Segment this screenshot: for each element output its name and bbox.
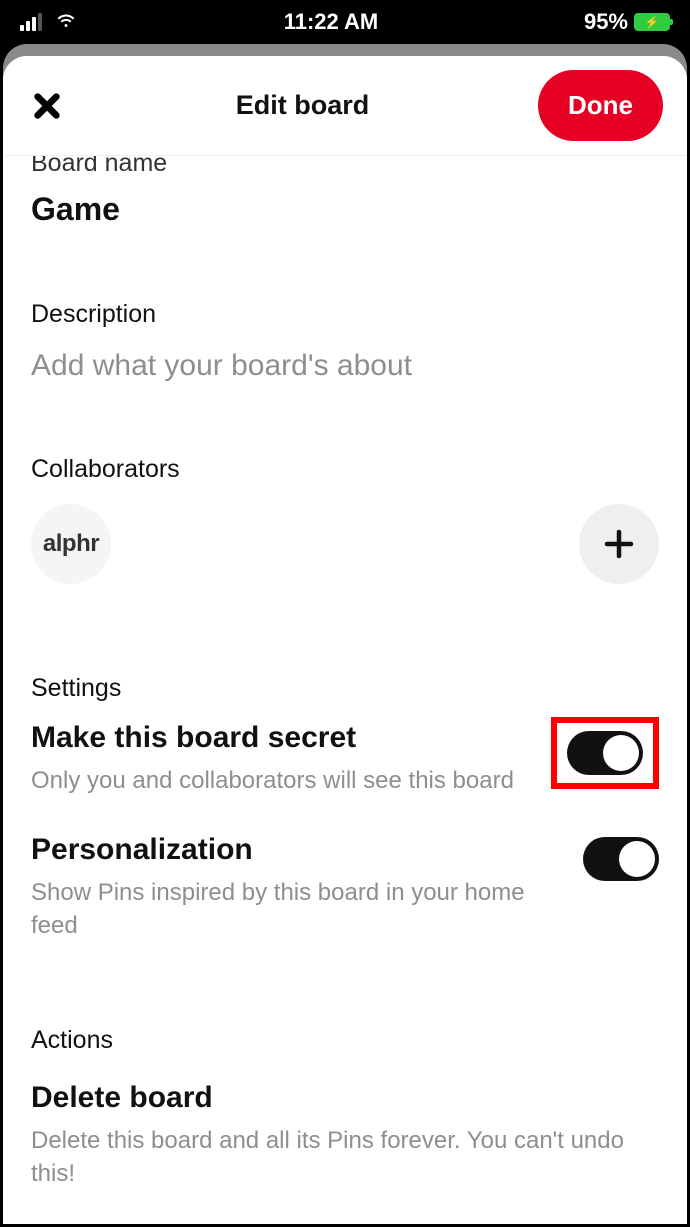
delete-board-button[interactable]: Delete board [31, 1081, 659, 1115]
collaborator-avatar[interactable]: alphr [31, 504, 111, 584]
edit-board-sheet: Edit board Done Board name Game Descript… [3, 56, 687, 1224]
personalization-toggle[interactable] [583, 837, 659, 881]
status-bar: 11:22 AM 95% ⚡ [0, 0, 690, 44]
battery-icon: ⚡ [634, 13, 670, 31]
personalization-title: Personalization [31, 833, 567, 867]
done-button[interactable]: Done [538, 70, 663, 141]
collaborators-label: Collaborators [31, 455, 659, 484]
modal-header: Edit board Done [3, 56, 687, 156]
secret-board-sub: Only you and collaborators will see this… [31, 765, 535, 797]
highlight-annotation [551, 717, 659, 789]
battery-percent: 95% [584, 9, 628, 35]
description-input[interactable]: Add what your board's about [31, 349, 659, 383]
actions-label: Actions [31, 1026, 659, 1055]
settings-label: Settings [31, 674, 659, 703]
description-label: Description [31, 300, 659, 329]
close-icon[interactable] [27, 86, 67, 126]
delete-board-sub: Delete this board and all its Pins forev… [31, 1125, 659, 1190]
wifi-icon [54, 7, 78, 37]
modal-title: Edit board [236, 90, 370, 121]
signal-icon [20, 13, 42, 31]
board-name-label: Board name [31, 156, 659, 175]
secret-toggle[interactable] [567, 731, 643, 775]
board-name-input[interactable]: Game [31, 191, 659, 228]
status-time: 11:22 AM [284, 9, 379, 35]
add-collaborator-button[interactable] [579, 504, 659, 584]
secret-board-title: Make this board secret [31, 721, 535, 755]
personalization-sub: Show Pins inspired by this board in your… [31, 877, 567, 942]
